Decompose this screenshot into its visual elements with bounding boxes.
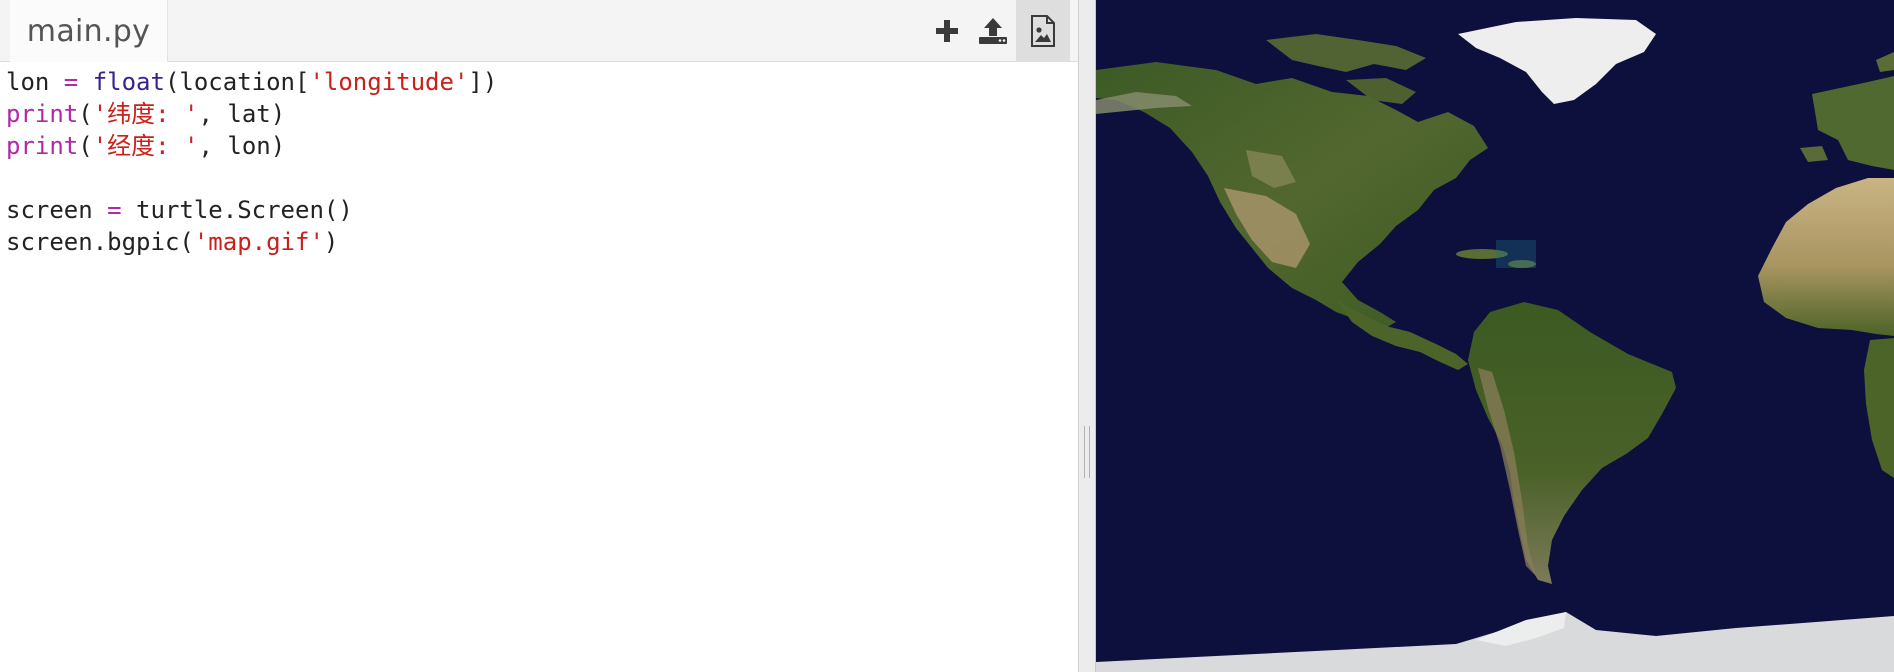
code-token: ( — [78, 100, 93, 128]
upload-file-button[interactable] — [970, 0, 1016, 62]
world-map-image — [1096, 0, 1894, 672]
code-token: 'map.gif' — [193, 228, 324, 256]
code-token: print — [6, 132, 79, 160]
code-line[interactable]: print('纬度: ', lat) — [6, 98, 285, 130]
code-token: ( — [78, 132, 93, 160]
file-tab-label: main.py — [26, 13, 151, 49]
turtle-screen-output — [1096, 0, 1894, 672]
code-token: screen — [6, 196, 108, 224]
image-file-icon — [1031, 15, 1055, 47]
pane-splitter[interactable] — [1078, 0, 1096, 672]
file-tab-main-py[interactable]: main.py — [10, 0, 168, 62]
code-token: = — [63, 68, 79, 96]
code-token: , lon) — [198, 132, 286, 160]
code-line[interactable]: print('经度: ', lon) — [6, 130, 285, 162]
code-token: ]) — [468, 68, 498, 96]
code-token: print — [6, 100, 79, 128]
code-editor[interactable]: lat = float(location['latitude'])lon = f… — [0, 36, 1078, 672]
app-window: lat = float(location['latitude'])lon = f… — [0, 0, 1894, 672]
code-token: ) — [323, 228, 339, 256]
code-token: 'longitude' — [309, 68, 469, 96]
code-token: screen.bgpic( — [6, 228, 194, 256]
splitter-grip[interactable] — [1084, 426, 1090, 478]
code-token: lon — [6, 68, 64, 96]
code-line[interactable]: screen = turtle.Screen() — [6, 194, 353, 226]
code-token: float — [92, 68, 165, 96]
code-token: turtle.Screen() — [121, 196, 353, 224]
plus-icon — [936, 20, 958, 42]
code-editor-pane: lat = float(location['latitude'])lon = f… — [0, 0, 1078, 672]
add-file-button[interactable] — [924, 0, 970, 62]
code-line[interactable]: lon = float(location['longitude']) — [6, 66, 497, 98]
code-token: '经度: ' — [92, 132, 199, 160]
code-token: '纬度: ' — [92, 100, 199, 128]
image-file-button[interactable] — [1016, 0, 1070, 62]
code-line[interactable]: screen.bgpic('map.gif') — [6, 226, 338, 258]
code-token: = — [107, 196, 122, 224]
editor-header: main.py — [0, 0, 1078, 62]
editor-toolbar — [924, 0, 1070, 62]
upload-icon — [979, 18, 1007, 44]
code-token: (location[ — [164, 68, 310, 96]
code-token: , lat) — [198, 100, 286, 128]
